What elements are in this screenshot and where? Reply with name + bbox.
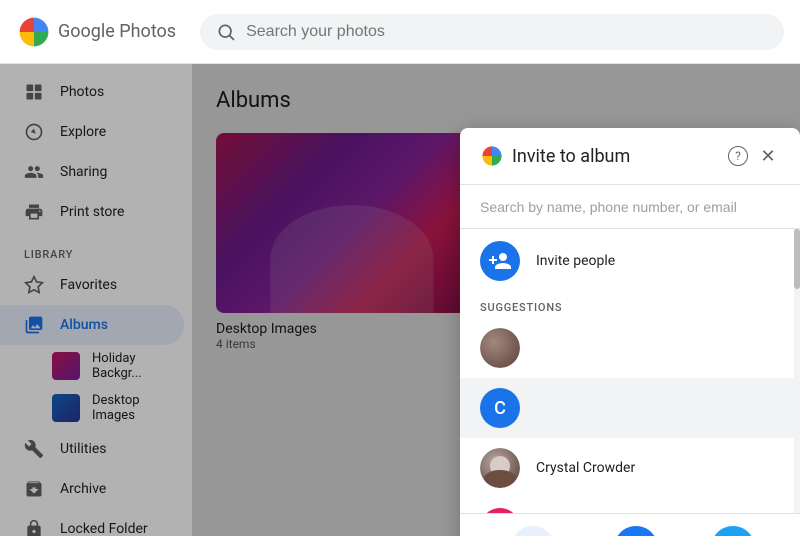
search-icon bbox=[216, 22, 236, 42]
suggestion-row-c[interactable]: C bbox=[460, 378, 800, 438]
create-link-icon-bg bbox=[511, 526, 555, 536]
search-bar[interactable] bbox=[200, 14, 784, 50]
avatar-c: C bbox=[480, 388, 520, 428]
modal-body: Invite people SUGGESTIONS C bbox=[460, 229, 800, 513]
invite-people-label: Invite people bbox=[536, 253, 615, 269]
modal-header: Invite to album ? ✕ bbox=[460, 128, 800, 185]
avatar-h: h bbox=[480, 508, 520, 513]
modal-search-input[interactable] bbox=[480, 199, 780, 215]
search-input[interactable] bbox=[246, 23, 768, 41]
suggestion-row-h[interactable]: h bbox=[460, 498, 800, 513]
modal-overlay: Invite to album ? ✕ bbox=[0, 64, 800, 536]
modal-scrollbar[interactable] bbox=[794, 229, 800, 513]
suggestion-name-crystal: Crystal Crowder bbox=[536, 460, 635, 476]
logo: Google Photos bbox=[16, 14, 176, 50]
facebook-icon-bg bbox=[614, 526, 658, 536]
modal-help-button[interactable]: ? bbox=[728, 146, 748, 166]
modal-footer: Create link Facebook bbox=[460, 513, 800, 536]
modal-title: Invite to album bbox=[512, 146, 720, 167]
modal-close-button[interactable]: ✕ bbox=[756, 144, 780, 168]
modal-search-area bbox=[460, 185, 800, 229]
footer-facebook[interactable]: Facebook bbox=[610, 526, 662, 536]
avatar-1 bbox=[480, 328, 520, 368]
scrollbar-thumb bbox=[794, 229, 800, 289]
avatar-crystal bbox=[480, 448, 520, 488]
invite-people-row[interactable]: Invite people bbox=[460, 229, 800, 293]
google-photos-logo bbox=[16, 14, 52, 50]
close-icon: ✕ bbox=[760, 146, 775, 167]
help-label: ? bbox=[735, 149, 741, 163]
modal-logo-icon bbox=[480, 144, 504, 168]
header: Google Photos bbox=[0, 0, 800, 64]
footer-create-link[interactable]: Create link bbox=[505, 526, 561, 536]
logo-text: Google Photos bbox=[58, 21, 176, 42]
twitter-icon-bg bbox=[711, 526, 755, 536]
footer-twitter[interactable]: Twitter bbox=[711, 526, 755, 536]
invite-people-icon bbox=[480, 241, 520, 281]
main-layout: Photos Explore Sharing Print store LIBRA… bbox=[0, 64, 800, 536]
suggestions-label: SUGGESTIONS bbox=[460, 293, 800, 318]
add-person-icon bbox=[488, 249, 512, 273]
invite-modal: Invite to album ? ✕ bbox=[460, 128, 800, 536]
suggestion-row-1[interactable] bbox=[460, 318, 800, 378]
suggestion-row-crystal[interactable]: Crystal Crowder bbox=[460, 438, 800, 498]
